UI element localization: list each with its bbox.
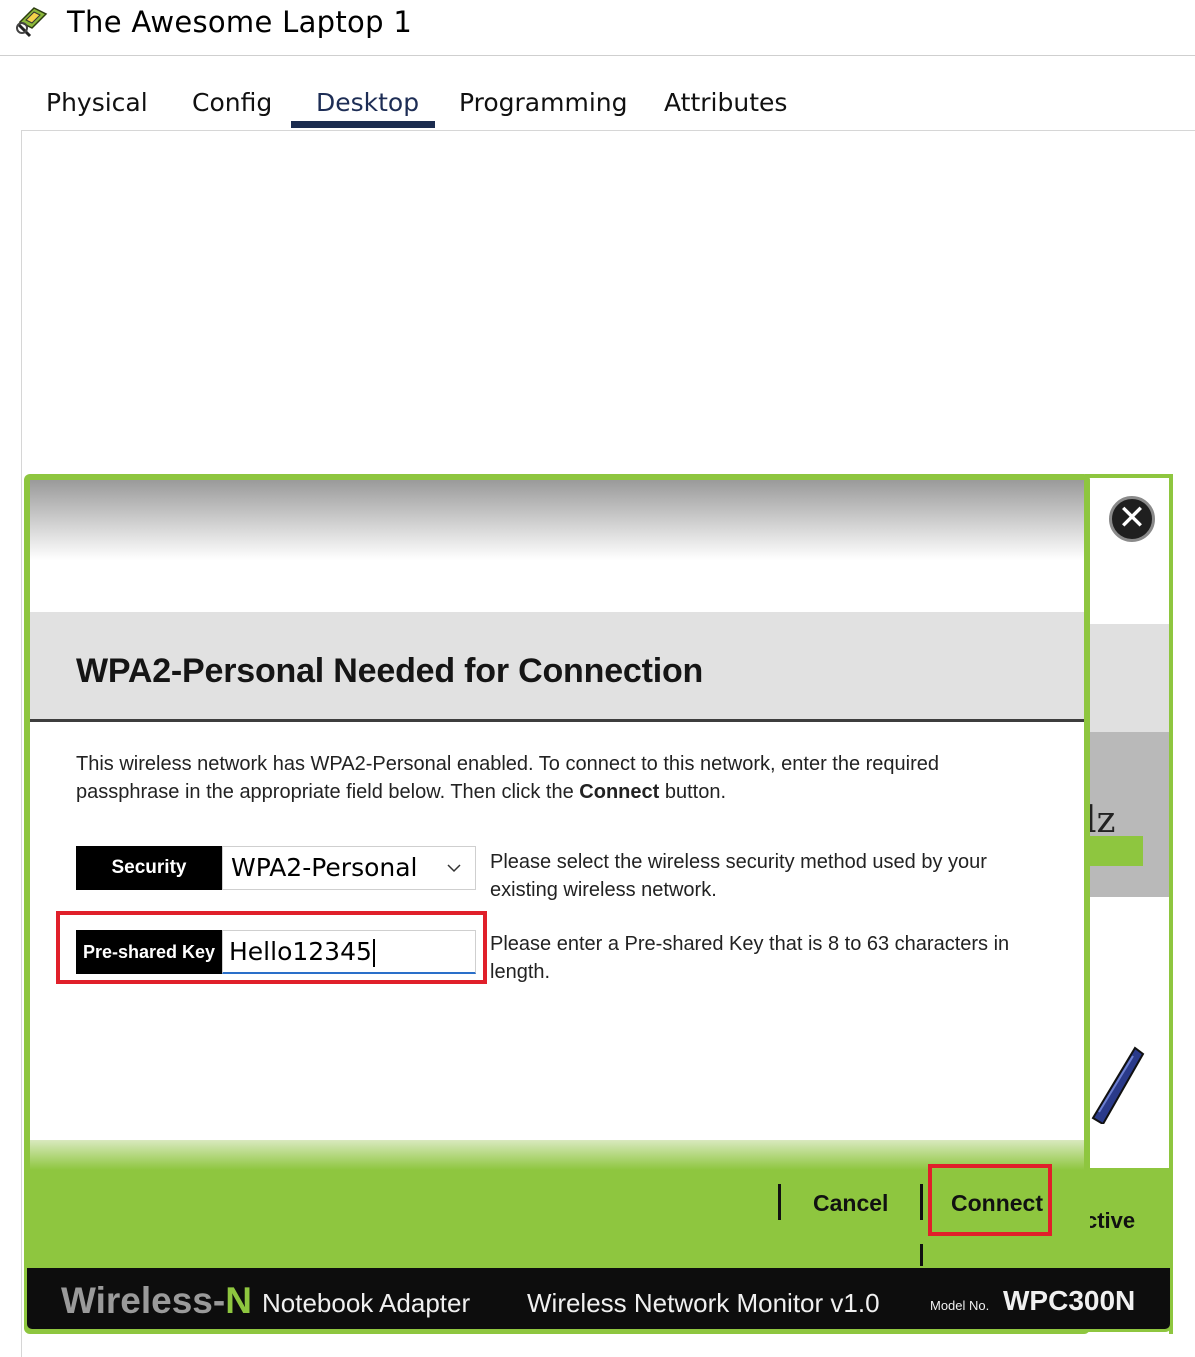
tab-attributes[interactable]: Attributes: [664, 88, 787, 117]
brand-product: Notebook Adapter: [262, 1288, 471, 1318]
tab-physical[interactable]: Physical: [46, 88, 148, 117]
window-title: The Awesome Laptop 1: [67, 5, 413, 39]
background-panel: [1085, 624, 1169, 732]
security-row: Security WPA2-Personal: [76, 846, 496, 892]
connect-highlight-box: [928, 1164, 1052, 1236]
dialog-heading: WPA2-Personal Needed for Connection: [76, 652, 704, 690]
button-separator: [920, 1244, 923, 1266]
active-tab-indicator: [291, 121, 435, 128]
tab-desktop[interactable]: Desktop: [316, 88, 419, 117]
tab-programming[interactable]: Programming: [459, 88, 628, 117]
dialog-top-gradient: [30, 480, 1084, 560]
brand-monitor: Wireless Network Monitor v1.0: [527, 1288, 880, 1318]
heading-band: WPA2-Personal Needed for Connection: [30, 612, 1084, 722]
brand-model-label: Model No.: [930, 1298, 990, 1313]
background-green-strip: [1085, 836, 1143, 866]
dialog-body: WPA2-Personal Needed for Connection This…: [30, 480, 1084, 1148]
button-separator: [778, 1184, 781, 1220]
tab-bar: Physical Config Desktop Programming Attr…: [21, 80, 798, 130]
close-icon[interactable]: ✕: [1109, 496, 1155, 542]
title-bar: The Awesome Laptop 1: [0, 0, 1195, 56]
wireless-card-icon: [1091, 1046, 1145, 1124]
psk-help: Please enter a Pre-shared Key that is 8 …: [490, 933, 1010, 983]
laptop-app-icon: [16, 7, 48, 38]
button-separator: [920, 1184, 923, 1220]
background-window: ✕ lz ctive: [1085, 474, 1173, 1334]
security-select[interactable]: WPA2-Personal: [222, 846, 476, 890]
dialog-footer-fade: [30, 1140, 1084, 1170]
background-status-text: ctive: [1085, 1208, 1136, 1233]
psk-highlight-box: [56, 911, 487, 984]
security-value: WPA2-Personal: [231, 853, 418, 882]
chevron-down-icon: [447, 864, 461, 873]
brand-model: WPC300N: [1003, 1285, 1136, 1316]
security-label: Security: [76, 846, 222, 890]
dialog-description: This wireless network has WPA2-Personal …: [76, 753, 940, 803]
brand-bar: Wireless-N Notebook Adapter Wireless Net…: [24, 1268, 1173, 1332]
brand-wireless: Wireless-N: [61, 1280, 252, 1321]
security-help: Please select the wireless security meth…: [490, 851, 987, 901]
tab-config[interactable]: Config: [192, 88, 272, 117]
cancel-button[interactable]: Cancel: [813, 1190, 888, 1217]
